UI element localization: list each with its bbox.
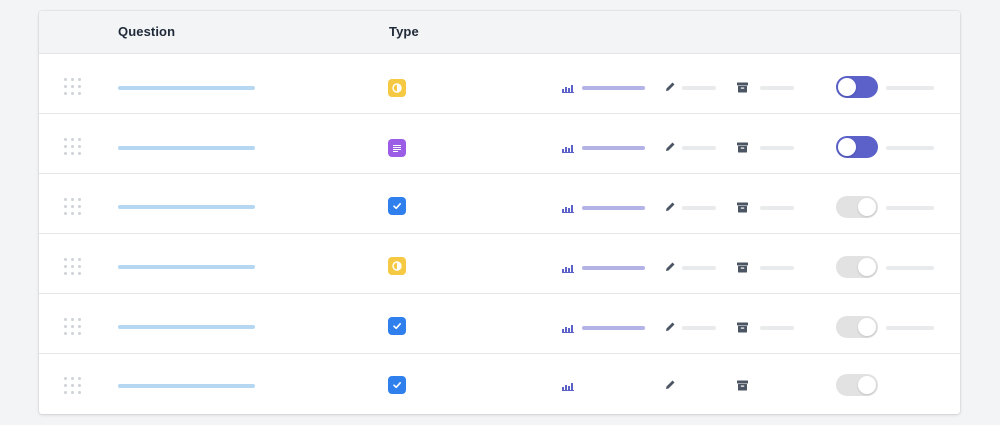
stats-placeholder: [582, 206, 645, 210]
table-row: [39, 354, 960, 414]
stats-placeholder: [582, 146, 645, 150]
archive-placeholder: [760, 326, 794, 330]
question-text-placeholder[interactable]: [118, 205, 255, 209]
question-text-placeholder[interactable]: [118, 265, 255, 269]
toggle-label-placeholder: [886, 206, 934, 210]
toggle-knob: [858, 376, 876, 394]
toggle-label-placeholder: [886, 266, 934, 270]
question-text-placeholder[interactable]: [118, 325, 255, 329]
table-row: [39, 174, 960, 234]
stats-icon[interactable]: [562, 83, 574, 93]
table-header: Question Type: [39, 11, 960, 54]
toggle-knob: [858, 258, 876, 276]
enable-toggle[interactable]: [836, 256, 878, 278]
drag-handle-icon[interactable]: [64, 78, 82, 96]
toggle-knob: [838, 138, 856, 156]
checkmark-icon: [388, 197, 406, 215]
archive-icon[interactable]: [737, 380, 748, 391]
lines-icon: [388, 139, 406, 157]
stats-icon[interactable]: [562, 203, 574, 213]
stats-placeholder: [582, 266, 645, 270]
stats-icon[interactable]: [562, 143, 574, 153]
half-circle-icon: [388, 79, 406, 97]
toggle-knob: [858, 198, 876, 216]
half-circle-icon: [388, 257, 406, 275]
table-row: [39, 114, 960, 174]
pencil-icon[interactable]: [665, 379, 676, 390]
archive-placeholder: [760, 206, 794, 210]
stats-icon[interactable]: [562, 263, 574, 273]
pencil-icon[interactable]: [665, 201, 676, 212]
questions-table: Question Type: [39, 11, 960, 414]
checkmark-icon: [388, 317, 406, 335]
stats-placeholder: [582, 86, 645, 90]
toggle-label-placeholder: [886, 86, 934, 90]
drag-handle-icon[interactable]: [64, 258, 82, 276]
toggle-knob: [858, 318, 876, 336]
enable-toggle[interactable]: [836, 136, 878, 158]
table-row: [39, 54, 960, 114]
edit-placeholder: [682, 206, 716, 210]
enable-toggle[interactable]: [836, 316, 878, 338]
question-text-placeholder[interactable]: [118, 384, 255, 388]
question-column-header: Question: [118, 24, 176, 39]
archive-icon[interactable]: [737, 262, 748, 273]
stats-placeholder: [582, 326, 645, 330]
question-text-placeholder[interactable]: [118, 86, 255, 90]
archive-placeholder: [760, 146, 794, 150]
pencil-icon[interactable]: [665, 141, 676, 152]
archive-icon[interactable]: [737, 82, 748, 93]
drag-handle-icon[interactable]: [64, 318, 82, 336]
drag-handle-icon[interactable]: [64, 377, 82, 395]
edit-placeholder: [682, 146, 716, 150]
table-row: [39, 234, 960, 294]
stats-icon[interactable]: [562, 381, 574, 391]
enable-toggle[interactable]: [836, 196, 878, 218]
drag-handle-icon[interactable]: [64, 138, 82, 156]
edit-placeholder: [682, 86, 716, 90]
edit-placeholder: [682, 326, 716, 330]
archive-icon[interactable]: [737, 202, 748, 213]
pencil-icon[interactable]: [665, 261, 676, 272]
pencil-icon[interactable]: [665, 81, 676, 92]
archive-placeholder: [760, 266, 794, 270]
toggle-label-placeholder: [886, 146, 934, 150]
type-column-header: Type: [389, 24, 419, 39]
checkmark-icon: [388, 376, 406, 394]
edit-placeholder: [682, 266, 716, 270]
pencil-icon[interactable]: [665, 321, 676, 332]
stats-icon[interactable]: [562, 323, 574, 333]
enable-toggle[interactable]: [836, 76, 878, 98]
question-text-placeholder[interactable]: [118, 146, 255, 150]
archive-icon[interactable]: [737, 322, 748, 333]
enable-toggle[interactable]: [836, 374, 878, 396]
archive-placeholder: [760, 86, 794, 90]
archive-icon[interactable]: [737, 142, 748, 153]
drag-handle-icon[interactable]: [64, 198, 82, 216]
toggle-knob: [838, 78, 856, 96]
table-row: [39, 294, 960, 354]
toggle-label-placeholder: [886, 326, 934, 330]
